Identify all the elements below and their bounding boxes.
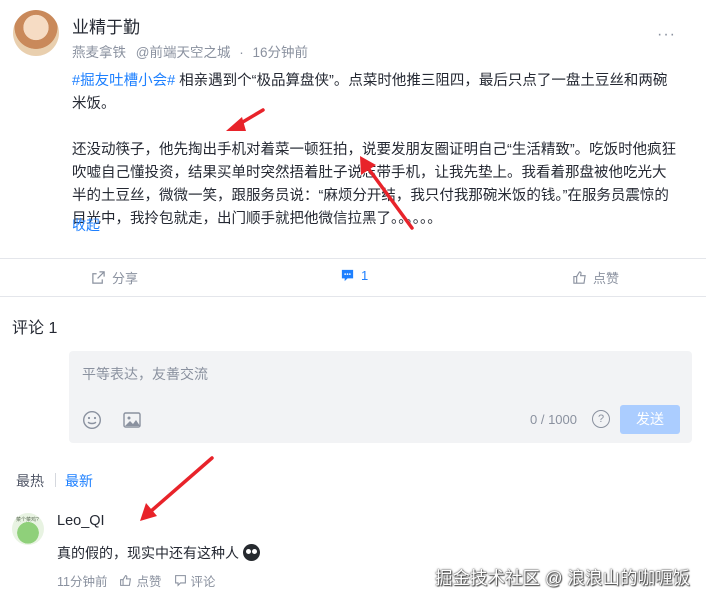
comments-title: 评论 1 — [12, 320, 58, 337]
post-paragraph-2: 还没动筷子，他先掏出手机对着菜一顿狂拍，说要发朋友圈证明自己“生活精致”。吃饭时… — [72, 142, 677, 227]
share-button[interactable]: 分享 — [91, 268, 138, 287]
comment-reply-button[interactable]: 评论 — [174, 571, 216, 590]
comment-button[interactable]: 1 — [340, 268, 368, 283]
author-name[interactable]: 业精于勤 — [72, 13, 140, 38]
divider — [0, 296, 706, 297]
sort-divider — [55, 473, 56, 487]
comment-icon — [174, 575, 186, 587]
char-counter: 0 / 1000 — [530, 412, 577, 427]
circle-link[interactable]: @前端天空之城 — [136, 45, 231, 60]
comment-count: 1 — [361, 268, 369, 283]
author-title: 燕麦拿铁 — [72, 45, 126, 60]
help-icon[interactable]: ? — [592, 410, 610, 428]
collapse-link[interactable]: 收起 — [72, 215, 100, 235]
comment-input[interactable]: 平等表达，友善交流 — [82, 364, 208, 384]
annotation-arrowhead — [140, 503, 157, 521]
annotation-arrow — [148, 456, 214, 514]
like-label: 点赞 — [593, 271, 620, 286]
watermark: 掘金技术社区 @ 浪浪山的咖喱饭 — [435, 568, 690, 588]
shocked-face-icon — [243, 544, 260, 561]
image-icon[interactable] — [122, 410, 142, 435]
sort-new[interactable]: 最新 — [65, 471, 93, 491]
post-content: #掘友吐槽小会# 相亲遇到个“极品算盘侠”。点菜时他推三阻四，最后只点了一盘土豆… — [72, 70, 677, 231]
post-meta: 燕麦拿铁 @前端天空之城 · 16分钟前 — [72, 41, 308, 61]
sort-hot[interactable]: 最热 — [16, 471, 44, 491]
meta-separator: · — [239, 45, 244, 60]
share-icon — [92, 271, 105, 284]
comment-icon — [341, 269, 354, 282]
more-dots-icon[interactable]: ··· — [657, 26, 676, 44]
send-button[interactable]: 发送 — [620, 405, 680, 434]
author-avatar[interactable] — [13, 10, 59, 56]
topic-link[interactable]: #掘友吐槽小会# — [72, 73, 175, 89]
comment-like-button[interactable]: 点赞 — [119, 571, 162, 590]
commenter-avatar-tag: 菜个菜鸡? — [16, 517, 39, 523]
comment-time: 11分钟前 — [57, 575, 108, 589]
comment-meta: 11分钟前 点赞 评论 — [57, 571, 216, 590]
commenter-name[interactable]: Leo_QI — [57, 513, 105, 529]
like-button[interactable]: 点赞 — [572, 268, 619, 287]
post-time: 16分钟前 — [252, 45, 309, 60]
thumbs-up-icon — [120, 575, 132, 586]
post-paragraph-1: #掘友吐槽小会# 相亲遇到个“极品算盘侠”。点菜时他推三阻四，最后只点了一盘土豆… — [72, 73, 668, 112]
share-label: 分享 — [112, 271, 139, 286]
comment-text: 真的假的，现实中还有这种人 — [57, 543, 260, 563]
emoji-icon[interactable] — [82, 410, 102, 435]
divider — [0, 258, 706, 259]
thumbs-up-icon — [573, 271, 586, 284]
